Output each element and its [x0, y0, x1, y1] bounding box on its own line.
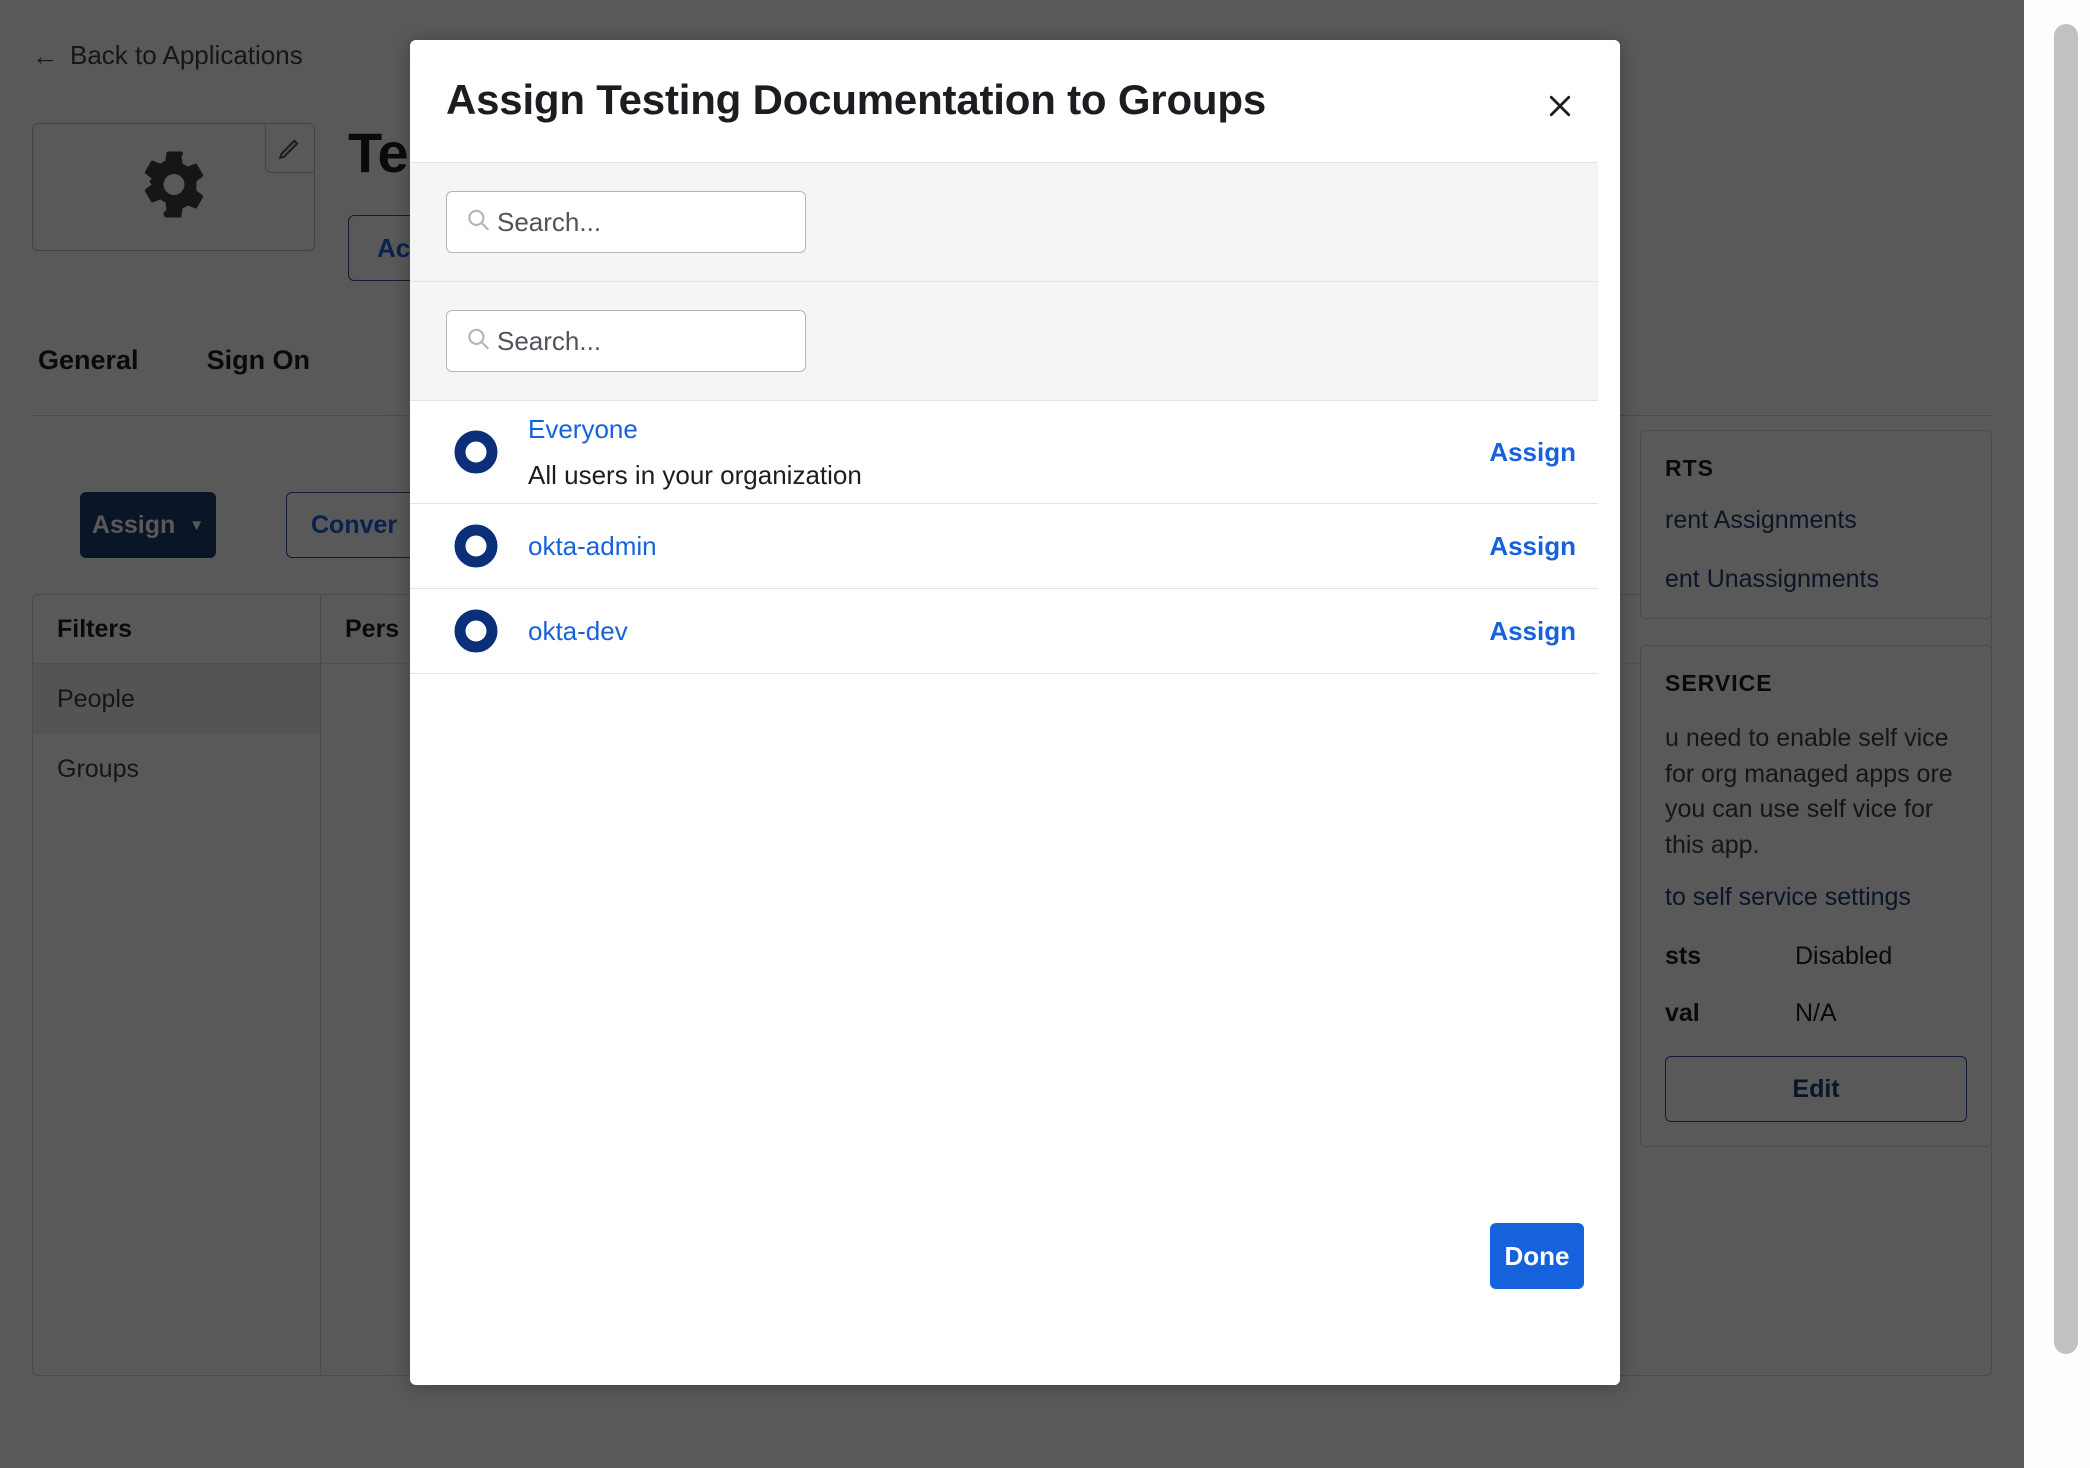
list-item[interactable]: okta-dev Assign: [410, 589, 1620, 674]
group-name-link[interactable]: okta-admin: [528, 531, 657, 561]
primary-search-band: Search...: [410, 162, 1620, 282]
group-text: okta-dev: [528, 615, 1489, 648]
group-name-link[interactable]: Everyone: [528, 414, 638, 444]
group-text: okta-admin: [528, 530, 1489, 563]
modal-footer: Done: [410, 1205, 1620, 1385]
list-item[interactable]: okta-admin Assign: [410, 504, 1620, 589]
assign-link[interactable]: Assign: [1489, 531, 1576, 562]
done-button[interactable]: Done: [1490, 1223, 1584, 1289]
modal-title: Assign Testing Documentation to Groups: [446, 76, 1266, 123]
close-icon[interactable]: [1538, 84, 1582, 128]
secondary-search-band: Search...: [410, 282, 1620, 401]
modal-header: Assign Testing Documentation to Groups: [410, 40, 1620, 162]
assign-link[interactable]: Assign: [1489, 437, 1576, 468]
group-ring-icon: [454, 430, 498, 474]
search-icon: [465, 207, 491, 238]
group-name-link[interactable]: okta-dev: [528, 616, 628, 646]
group-description: All users in your organization: [528, 460, 862, 490]
page-scrollbar-track[interactable]: [2024, 0, 2090, 1468]
page-scrollbar-thumb[interactable]: [2054, 24, 2078, 1354]
modal-scroll-strip: [1598, 40, 1620, 1385]
search-input-primary-wrapper[interactable]: Search...: [446, 191, 806, 253]
search-input-secondary-wrapper[interactable]: Search...: [446, 310, 806, 372]
assign-link[interactable]: Assign: [1489, 616, 1576, 647]
group-list: Everyone All users in your organization …: [410, 401, 1620, 674]
group-ring-icon: [454, 609, 498, 653]
assign-to-groups-modal: Assign Testing Documentation to Groups S…: [410, 40, 1620, 1385]
search-icon: [465, 326, 491, 357]
overlay-footer-strip: [0, 1424, 2024, 1468]
list-item[interactable]: Everyone All users in your organization …: [410, 401, 1620, 504]
group-text: Everyone All users in your organization: [528, 413, 1489, 492]
group-ring-icon: [454, 524, 498, 568]
